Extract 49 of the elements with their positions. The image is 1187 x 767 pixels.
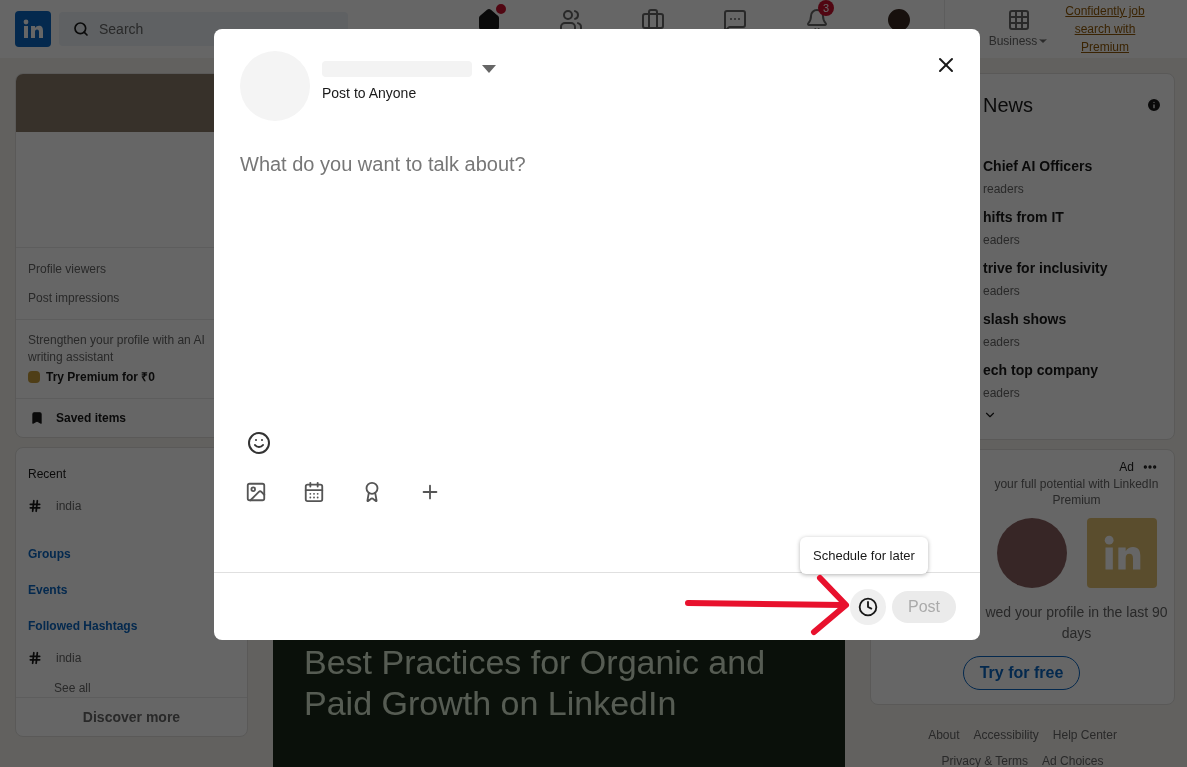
footer-link[interactable]: Help Center xyxy=(1052,726,1117,744)
hashtag-link[interactable]: india xyxy=(28,649,235,667)
notification-count: 3 xyxy=(818,0,834,16)
premium-icon xyxy=(28,371,40,383)
news-item[interactable]: slash shows eaders xyxy=(983,309,1162,351)
footer-link[interactable]: Ad Choices xyxy=(1042,752,1104,767)
search-icon xyxy=(73,21,89,37)
see-all-link[interactable]: See all xyxy=(54,679,235,697)
hash-icon xyxy=(28,651,42,665)
grid-icon xyxy=(1007,8,1031,32)
post-headline: Best Practices for Organic and Paid Growth on LinkedIn xyxy=(304,642,767,724)
schedule-button[interactable] xyxy=(850,588,886,625)
ad-text: your full potential with LinkedIn Premium xyxy=(993,476,1160,508)
toolbar-button[interactable] xyxy=(302,480,326,504)
toolbar-button[interactable] xyxy=(244,480,268,504)
logo-icon xyxy=(1086,518,1157,588)
hashtag-link[interactable]: india xyxy=(28,497,235,515)
news-item[interactable]: trive for inclusivity eaders xyxy=(983,258,1162,300)
bookmark-icon xyxy=(30,411,44,425)
calendar-icon xyxy=(303,481,325,503)
info-icon xyxy=(1146,97,1162,113)
tooltip: Schedule for later xyxy=(800,537,928,574)
news-item[interactable]: ech top company eaders xyxy=(983,360,1162,402)
logo-icon xyxy=(15,11,51,47)
author-selector[interactable]: Post to Anyone xyxy=(240,51,496,121)
caret-icon xyxy=(482,65,496,73)
premium-link[interactable]: Confidently job search with Premium xyxy=(1060,2,1150,56)
premium-promo-text: Strengthen your profile with an AI writing assistant xyxy=(28,332,206,366)
news-item[interactable]: Chief AI Officers readers xyxy=(983,156,1162,198)
footer-link[interactable]: Privacy & Terms xyxy=(941,752,1029,767)
hash-icon xyxy=(28,499,42,513)
footer-link[interactable]: About xyxy=(928,726,960,744)
clock-icon xyxy=(858,596,878,617)
image-icon xyxy=(245,481,267,503)
emoji-icon xyxy=(247,431,271,455)
briefcase-icon xyxy=(641,8,665,32)
audience-label: Post to Anyone xyxy=(322,84,418,103)
chat-bubble-icon xyxy=(723,8,747,32)
section-label: Recent xyxy=(28,466,68,483)
home-icon xyxy=(477,8,501,32)
ad-label: Ad xyxy=(1119,459,1134,476)
discover-more-button[interactable]: Discover more xyxy=(82,706,181,728)
news-item[interactable]: hifts from IT eaders xyxy=(983,207,1162,249)
people-icon xyxy=(559,8,583,32)
ad-message: wed your profile in the last 90 days xyxy=(984,603,1169,643)
footer-link[interactable]: Accessibility xyxy=(973,726,1039,744)
news-title: News xyxy=(983,93,1033,118)
for-business-menu[interactable]: Business xyxy=(984,8,1054,50)
try-premium-link[interactable]: Try Premium for ₹0 xyxy=(46,368,156,386)
